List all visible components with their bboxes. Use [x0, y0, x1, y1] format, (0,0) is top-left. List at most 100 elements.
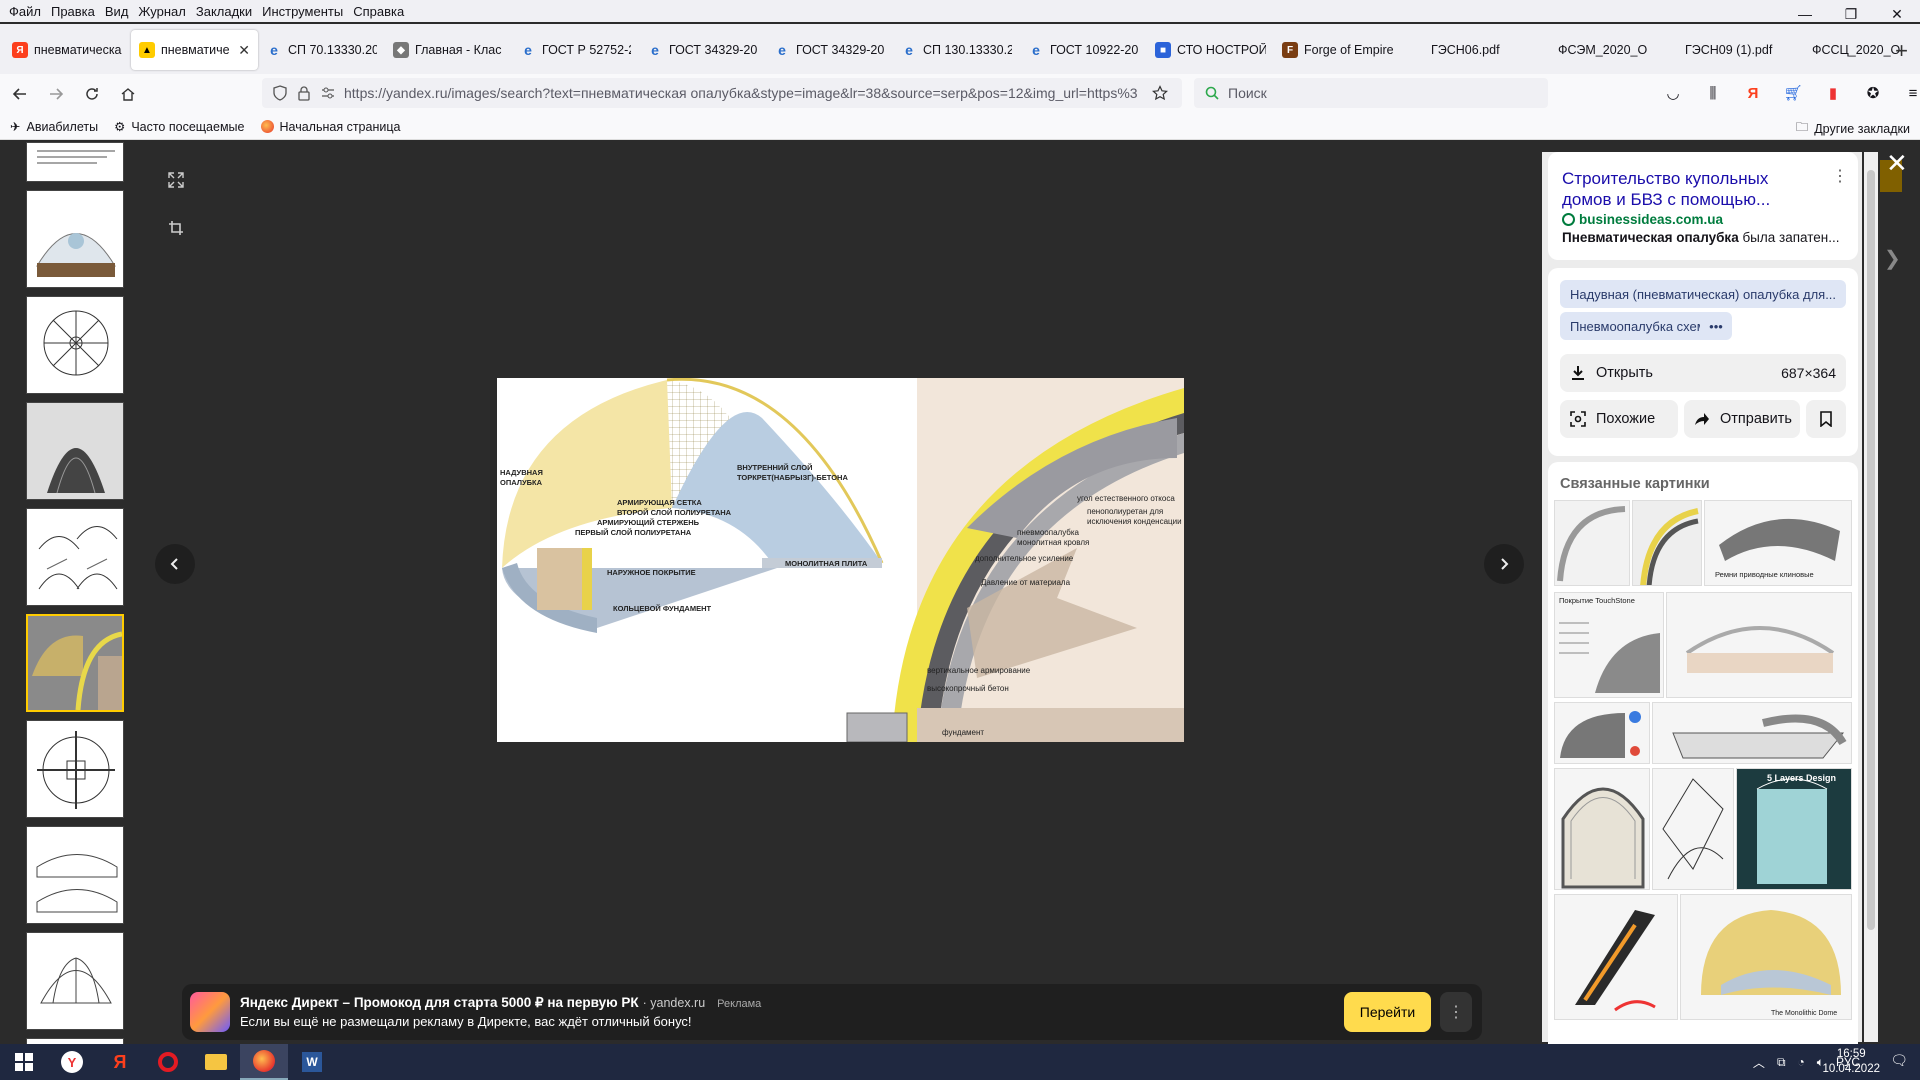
send-button[interactable]: Отправить	[1684, 400, 1800, 438]
tag-chip[interactable]: Надувная (пневматическая) опалубка для..…	[1560, 280, 1847, 308]
source-title[interactable]: Строительство купольных домов и БВЗ с по…	[1562, 168, 1812, 210]
tab-active[interactable]: ▲ пневматиче ✕	[131, 30, 258, 70]
bookmark-star-icon[interactable]	[1152, 85, 1168, 101]
tab[interactable]: e ГОСТ Р 52752-2	[512, 30, 639, 70]
panel-scrollbar[interactable]	[1864, 152, 1878, 1042]
related-image[interactable]: Ремни приводные клиновые	[1704, 500, 1852, 586]
scrollbar-thumb[interactable]	[1867, 170, 1875, 930]
related-image[interactable]	[1554, 894, 1678, 1020]
thumbnail[interactable]	[26, 932, 124, 1030]
clock[interactable]: 16:59 10.04.2022	[1822, 1044, 1880, 1080]
related-image[interactable]	[1554, 500, 1630, 586]
thumbnail[interactable]	[26, 402, 124, 500]
network-icon[interactable]: ◔	[1798, 1055, 1805, 1069]
menu-tools[interactable]: Инструменты	[257, 4, 348, 19]
library-icon[interactable]: ⫼	[1700, 80, 1726, 106]
tab[interactable]: e СП 70.13330.20	[258, 30, 385, 70]
other-bookmarks[interactable]: 🗀 Другие закладки	[1796, 118, 1910, 139]
menu-history[interactable]: Журнал	[133, 4, 190, 19]
open-button[interactable]: Открыть 687×364	[1560, 354, 1846, 392]
menu-hamburger-icon[interactable]: ≡	[1900, 80, 1920, 106]
menu-help[interactable]: Справка	[348, 4, 409, 19]
chevron-right-icon[interactable]: ❯	[1884, 246, 1901, 271]
yandex-icon[interactable]: Я	[1740, 80, 1766, 106]
tab[interactable]: e СП 130.13330.2	[893, 30, 1020, 70]
thumbnail[interactable]	[26, 142, 124, 182]
related-image[interactable]: Покрытие TouchStone	[1554, 592, 1664, 698]
menu-view[interactable]: Вид	[100, 4, 134, 19]
fullscreen-button[interactable]	[156, 160, 196, 200]
back-button[interactable]	[4, 78, 36, 110]
thumbnail[interactable]	[26, 826, 124, 924]
lock-icon[interactable]	[296, 85, 312, 101]
tab[interactable]: F Forge of Empire	[1274, 30, 1401, 70]
new-tab-button[interactable]: +	[1895, 38, 1908, 64]
chevron-up-icon[interactable]: ︿	[1753, 1054, 1765, 1071]
close-viewer-button[interactable]: ✕	[1886, 148, 1908, 179]
related-image[interactable]: The Monolithic Dome	[1680, 894, 1852, 1020]
taskbar-yandex[interactable]: Я	[96, 1044, 144, 1080]
tab[interactable]: ◆ Главная - Клас	[385, 30, 512, 70]
permissions-icon[interactable]	[320, 85, 336, 101]
thumbnail-selected[interactable]	[26, 614, 124, 712]
source-site[interactable]: businessideas.com.ua	[1579, 212, 1723, 227]
ad-go-button[interactable]: Перейти	[1344, 992, 1431, 1032]
tab[interactable]: ГЭСН09 (1).pdf	[1655, 30, 1782, 70]
more-tags-button[interactable]: •••	[1700, 312, 1732, 340]
tab[interactable]: ■ СТО НОСТРОЙ	[1147, 30, 1274, 70]
related-image[interactable]	[1652, 702, 1852, 764]
close-tab-icon[interactable]: ✕	[238, 42, 250, 59]
tab[interactable]: e ГОСТ 34329-20	[639, 30, 766, 70]
device-icon[interactable]: ⧉	[1777, 1055, 1786, 1070]
reload-button[interactable]	[76, 78, 108, 110]
shield-icon[interactable]	[272, 85, 288, 101]
notifications-icon[interactable]: 🗨︎	[1890, 1052, 1908, 1069]
bookmark-frequent[interactable]: ⚙ Часто посещаемые	[114, 119, 244, 135]
thumbnail[interactable]	[26, 508, 124, 606]
source-card[interactable]: Строительство купольных домов и БВЗ с по…	[1548, 152, 1858, 260]
menu-edit[interactable]: Правка	[46, 4, 100, 19]
url-text[interactable]: https://yandex.ru/images/search?text=пне…	[344, 85, 1144, 101]
bookmark-home[interactable]: Начальная страница	[260, 120, 400, 134]
tab[interactable]: ФССЦ_2020_ОП+М	[1782, 30, 1909, 70]
related-image[interactable]	[1554, 768, 1650, 890]
crop-button[interactable]	[156, 208, 196, 248]
related-image[interactable]	[1632, 500, 1702, 586]
related-image[interactable]	[1666, 592, 1852, 698]
thumbnail[interactable]	[26, 720, 124, 818]
next-image-button[interactable]	[1484, 544, 1524, 584]
extension-icon[interactable]: ✪	[1860, 80, 1886, 106]
address-bar[interactable]: https://yandex.ru/images/search?text=пне…	[262, 78, 1182, 108]
related-image[interactable]: 5 Layers Design	[1736, 768, 1852, 890]
pocket-icon[interactable]: ◡	[1660, 80, 1686, 106]
cart-icon[interactable]: 🛒︎	[1780, 80, 1806, 106]
ad-more-button[interactable]: ⋮	[1440, 992, 1472, 1032]
taskbar-word[interactable]: W	[288, 1044, 336, 1080]
tab[interactable]: e ГОСТ 10922-20	[1020, 30, 1147, 70]
thumbnail[interactable]	[26, 296, 124, 394]
related-image[interactable]	[1554, 702, 1650, 764]
tab[interactable]: Япневматическа	[4, 30, 131, 70]
related-image[interactable]	[1652, 768, 1734, 890]
home-button[interactable]	[112, 78, 144, 110]
tab[interactable]: e ГОСТ 34329-20	[766, 30, 893, 70]
forward-button[interactable]	[40, 78, 72, 110]
ad-title[interactable]: Яндекс Директ – Промокод для старта 5000…	[240, 995, 639, 1010]
more-options-icon[interactable]: ⋮	[1832, 166, 1848, 186]
main-image[interactable]: НАДУВНАЯ ОПАЛУБКА АРМИРУЮЩАЯ СЕТКА ВТОРО…	[497, 378, 1184, 742]
menu-file[interactable]: Файл	[4, 4, 46, 19]
tab[interactable]: ГЭСН06.pdf	[1401, 30, 1528, 70]
menu-bookmarks[interactable]: Закладки	[191, 4, 257, 19]
ad-banner[interactable]: Яндекс Директ – Промокод для старта 5000…	[182, 984, 1482, 1040]
taskbar-opera[interactable]	[144, 1044, 192, 1080]
similar-button[interactable]: Похожие	[1560, 400, 1678, 438]
prev-image-button[interactable]	[155, 544, 195, 584]
taskbar-explorer[interactable]	[192, 1044, 240, 1080]
thumbnail[interactable]	[26, 190, 124, 288]
flag-extension-icon[interactable]: ▮	[1820, 80, 1846, 106]
save-bookmark-button[interactable]	[1806, 400, 1846, 438]
bookmark-avia[interactable]: ✈ Авиабилеты	[10, 119, 98, 135]
taskbar-firefox[interactable]	[240, 1044, 288, 1080]
tab[interactable]: ФСЭМ_2020_ОП_М	[1528, 30, 1655, 70]
taskbar-yandex-browser[interactable]: Y	[48, 1044, 96, 1080]
